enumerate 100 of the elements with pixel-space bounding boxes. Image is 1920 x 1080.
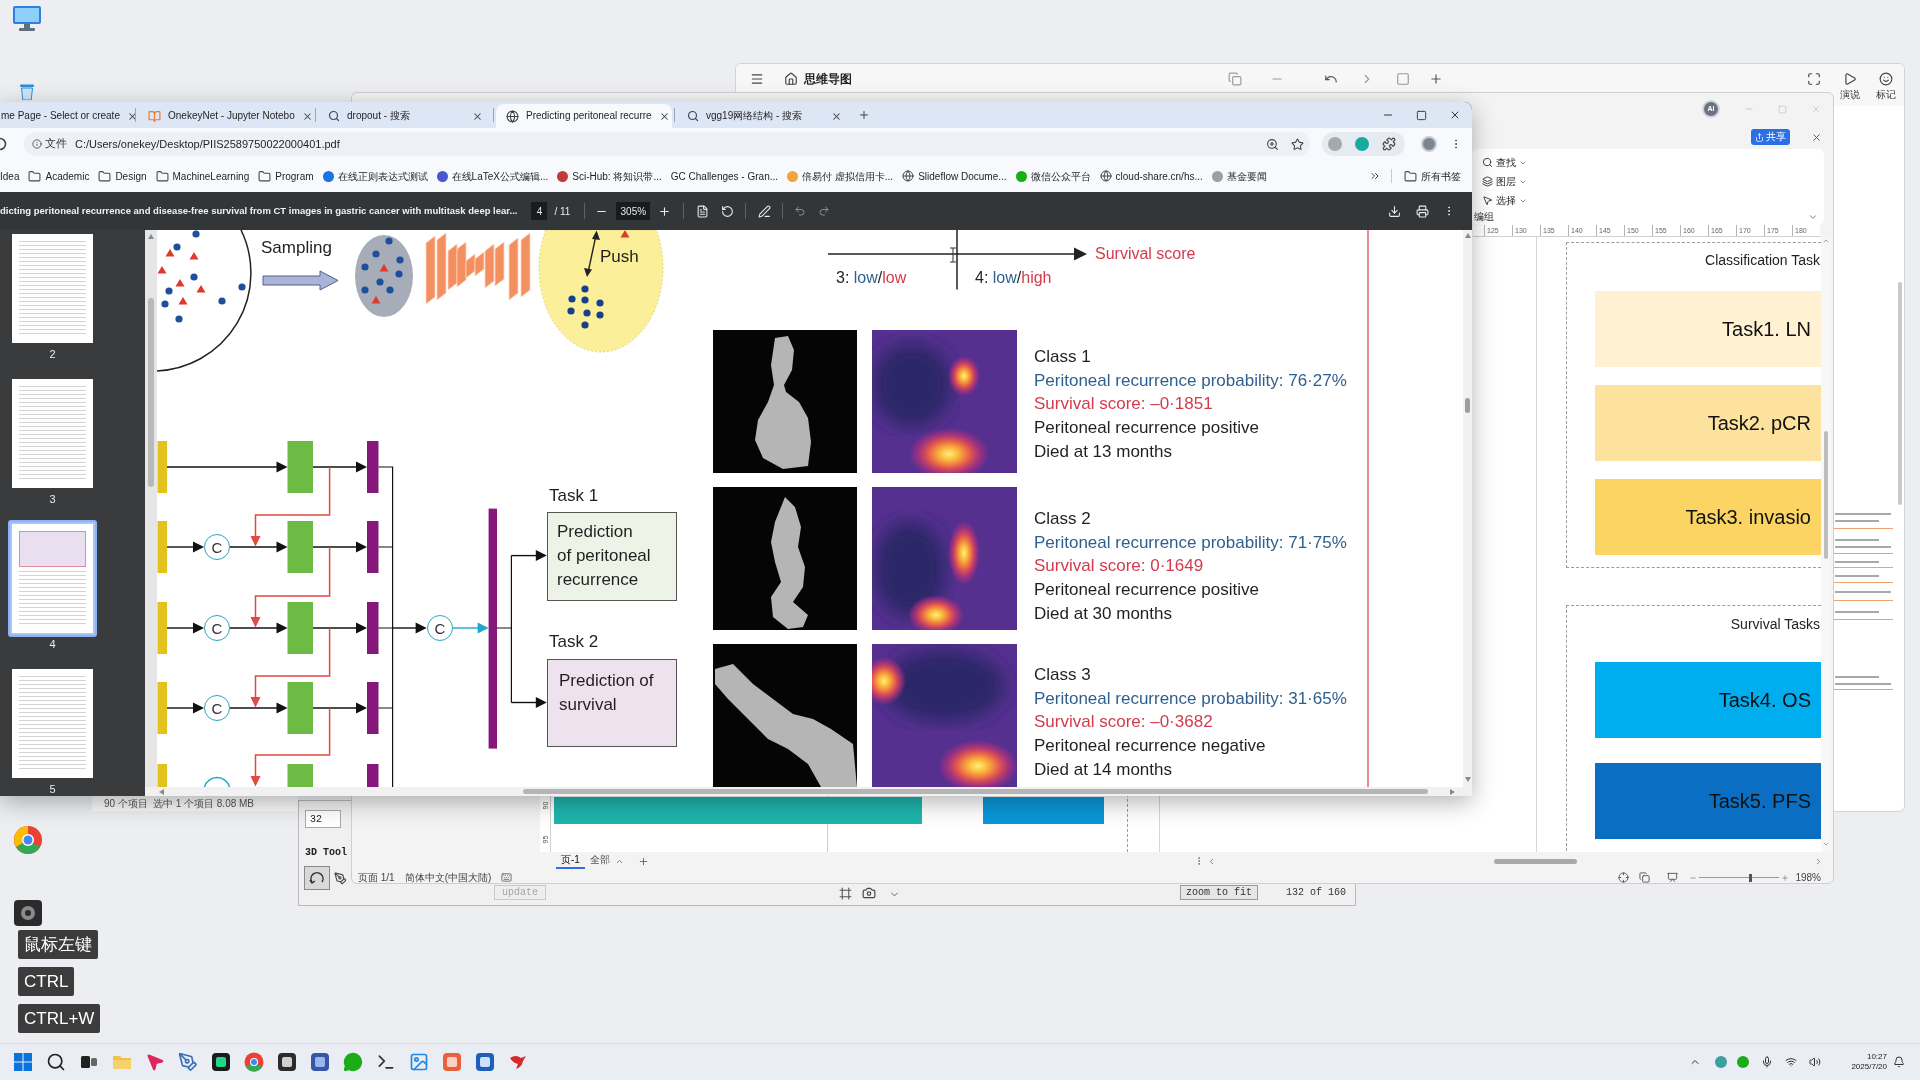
bookmark[interactable]: Academic <box>28 168 90 184</box>
bookmark[interactable]: Sci-Hub: 将知识带... <box>557 168 662 184</box>
close-icon[interactable] <box>1811 131 1822 143</box>
windows-logo-icon[interactable] <box>13 1052 33 1072</box>
pen-icon[interactable] <box>758 204 772 218</box>
slider-thumb[interactable] <box>1749 873 1752 882</box>
square-icon[interactable] <box>1396 72 1410 86</box>
notification-icon[interactable] <box>1893 1056 1905 1068</box>
bookmark[interactable]: Design <box>98 168 147 184</box>
fullscreen-icon[interactable] <box>1807 72 1821 86</box>
monitor-icon[interactable] <box>13 6 41 31</box>
site-info-chip[interactable]: 文件 <box>32 136 67 152</box>
close-icon[interactable] <box>472 110 483 122</box>
ribbon-menu[interactable]: 图层 <box>1482 172 1527 191</box>
maximize-icon[interactable] <box>1416 109 1427 121</box>
frame-icon[interactable] <box>839 887 852 900</box>
arrow-down-icon[interactable] <box>1464 777 1471 782</box>
scrollbar-thumb[interactable] <box>1465 398 1470 413</box>
zoom-slider[interactable] <box>1699 872 1780 883</box>
add-page-icon[interactable] <box>637 855 649 867</box>
bookmark[interactable]: MachineLearning <box>155 168 250 184</box>
bookmark[interactable]: GC Challenges - Gran... <box>670 168 779 184</box>
arrow-up-icon[interactable] <box>1464 233 1471 238</box>
image-icon[interactable] <box>409 1052 429 1072</box>
tray-icon[interactable] <box>1715 1056 1728 1068</box>
page-number-field[interactable]: 4 <box>531 202 548 220</box>
scrollbar-thumb[interactable] <box>148 298 154 487</box>
browser-tab[interactable]: Predicting peritoneal recurre <box>496 104 672 128</box>
puzzle-icon[interactable] <box>1382 137 1396 151</box>
print-icon[interactable] <box>1416 204 1429 218</box>
zoom-to-fit-button[interactable]: zoom to fit <box>1180 885 1259 900</box>
arrow-right-icon[interactable] <box>1814 856 1823 866</box>
app-icon[interactable] <box>277 1052 297 1072</box>
page-thumbnail[interactable] <box>8 520 97 637</box>
new-tab-icon[interactable] <box>858 109 870 121</box>
arrow-down-icon[interactable] <box>1822 840 1830 848</box>
arrow-left-icon[interactable] <box>159 788 164 795</box>
camera-icon[interactable] <box>862 886 876 900</box>
ribbon-menu[interactable]: 查找 <box>1482 153 1527 172</box>
bookmark[interactable]: 基金要闻 <box>1211 168 1267 184</box>
keyboard-icon[interactable] <box>501 872 513 883</box>
extension-icon[interactable] <box>1355 137 1369 151</box>
redo-icon[interactable] <box>818 205 831 217</box>
search-icon[interactable] <box>46 1052 66 1072</box>
pointer-icon[interactable] <box>145 1052 165 1072</box>
bookmark[interactable]: 微信公众平台 <box>1015 168 1091 184</box>
star-icon[interactable] <box>1291 137 1304 151</box>
arrow-up-icon[interactable] <box>148 234 154 239</box>
close-icon[interactable] <box>1449 109 1461 121</box>
pen-icon[interactable] <box>178 1052 198 1072</box>
zoom-field[interactable]: 305% <box>616 202 651 220</box>
home-icon[interactable] <box>784 72 798 86</box>
close-icon[interactable] <box>831 110 842 122</box>
speaker-icon[interactable] <box>1809 1056 1822 1068</box>
toolbar-action[interactable]: 标记 <box>1874 72 1898 101</box>
avatar-icon[interactable] <box>1421 136 1437 152</box>
download-icon[interactable] <box>1388 204 1401 218</box>
bookmark[interactable]: Slideflow Docume... <box>902 168 1007 184</box>
crosshair-icon[interactable] <box>1618 872 1630 883</box>
double-chevron-icon[interactable] <box>1369 170 1381 182</box>
network-icon[interactable] <box>1785 1056 1798 1068</box>
bookmark[interactable]: 在线正则表达式测试 <box>322 168 428 184</box>
arrow-up-icon[interactable] <box>1822 237 1830 245</box>
close-icon[interactable] <box>658 110 670 122</box>
bookmark[interactable]: 所有书签 <box>1404 168 1461 184</box>
undo-icon[interactable] <box>794 205 807 217</box>
arrow-right-icon[interactable] <box>1450 788 1455 795</box>
tray-icon[interactable] <box>1737 1056 1750 1068</box>
scrollbar-thumb[interactable] <box>523 789 1428 794</box>
copy-icon[interactable] <box>1228 72 1242 86</box>
bookmark[interactable]: 倍易付 虚拟信用卡... <box>787 168 894 184</box>
plus-icon[interactable] <box>658 204 672 218</box>
menu-icon[interactable] <box>750 72 764 86</box>
app-icon[interactable] <box>211 1052 231 1072</box>
tool-button[interactable] <box>304 866 330 890</box>
page-tab[interactable]: 全部 <box>584 853 615 869</box>
scrollbar-thumb[interactable] <box>1897 282 1902 505</box>
terminal-icon[interactable] <box>376 1052 396 1072</box>
bookmark[interactable]: Program <box>258 168 314 184</box>
address-bar[interactable]: 文件 C:/Users/onekey/Desktop/PIIS2589750022000401.pdf <box>24 132 1310 156</box>
page-tab[interactable]: 页-1 <box>556 853 585 869</box>
rotate-icon[interactable] <box>721 204 735 218</box>
collapse-icon[interactable] <box>1808 212 1818 222</box>
toolbar-action[interactable]: 演说 <box>1838 72 1862 101</box>
close-icon[interactable] <box>301 110 313 122</box>
pen-icon[interactable] <box>334 871 347 885</box>
zoom-icon[interactable] <box>1266 137 1279 151</box>
document-icon[interactable] <box>696 204 710 218</box>
trash-bin-icon[interactable] <box>18 84 36 100</box>
scrollbar-thumb[interactable] <box>1824 431 1828 559</box>
bookmark[interactable]: 在线LaTeX公式编辑... <box>436 168 549 184</box>
presentation-icon[interactable] <box>1667 872 1679 883</box>
browser-icon[interactable] <box>244 1052 264 1072</box>
ribbon-menu[interactable]: 选择 <box>1482 191 1527 210</box>
bookmark[interactable]: cloud-share.cn/hs... <box>1099 168 1203 184</box>
number-field[interactable]: 32 <box>305 810 341 828</box>
bookmark[interactable]: Idea <box>0 168 20 184</box>
arrow-left-icon[interactable] <box>1207 856 1216 866</box>
chat-icon[interactable] <box>343 1052 363 1072</box>
reload-icon[interactable] <box>0 137 7 151</box>
